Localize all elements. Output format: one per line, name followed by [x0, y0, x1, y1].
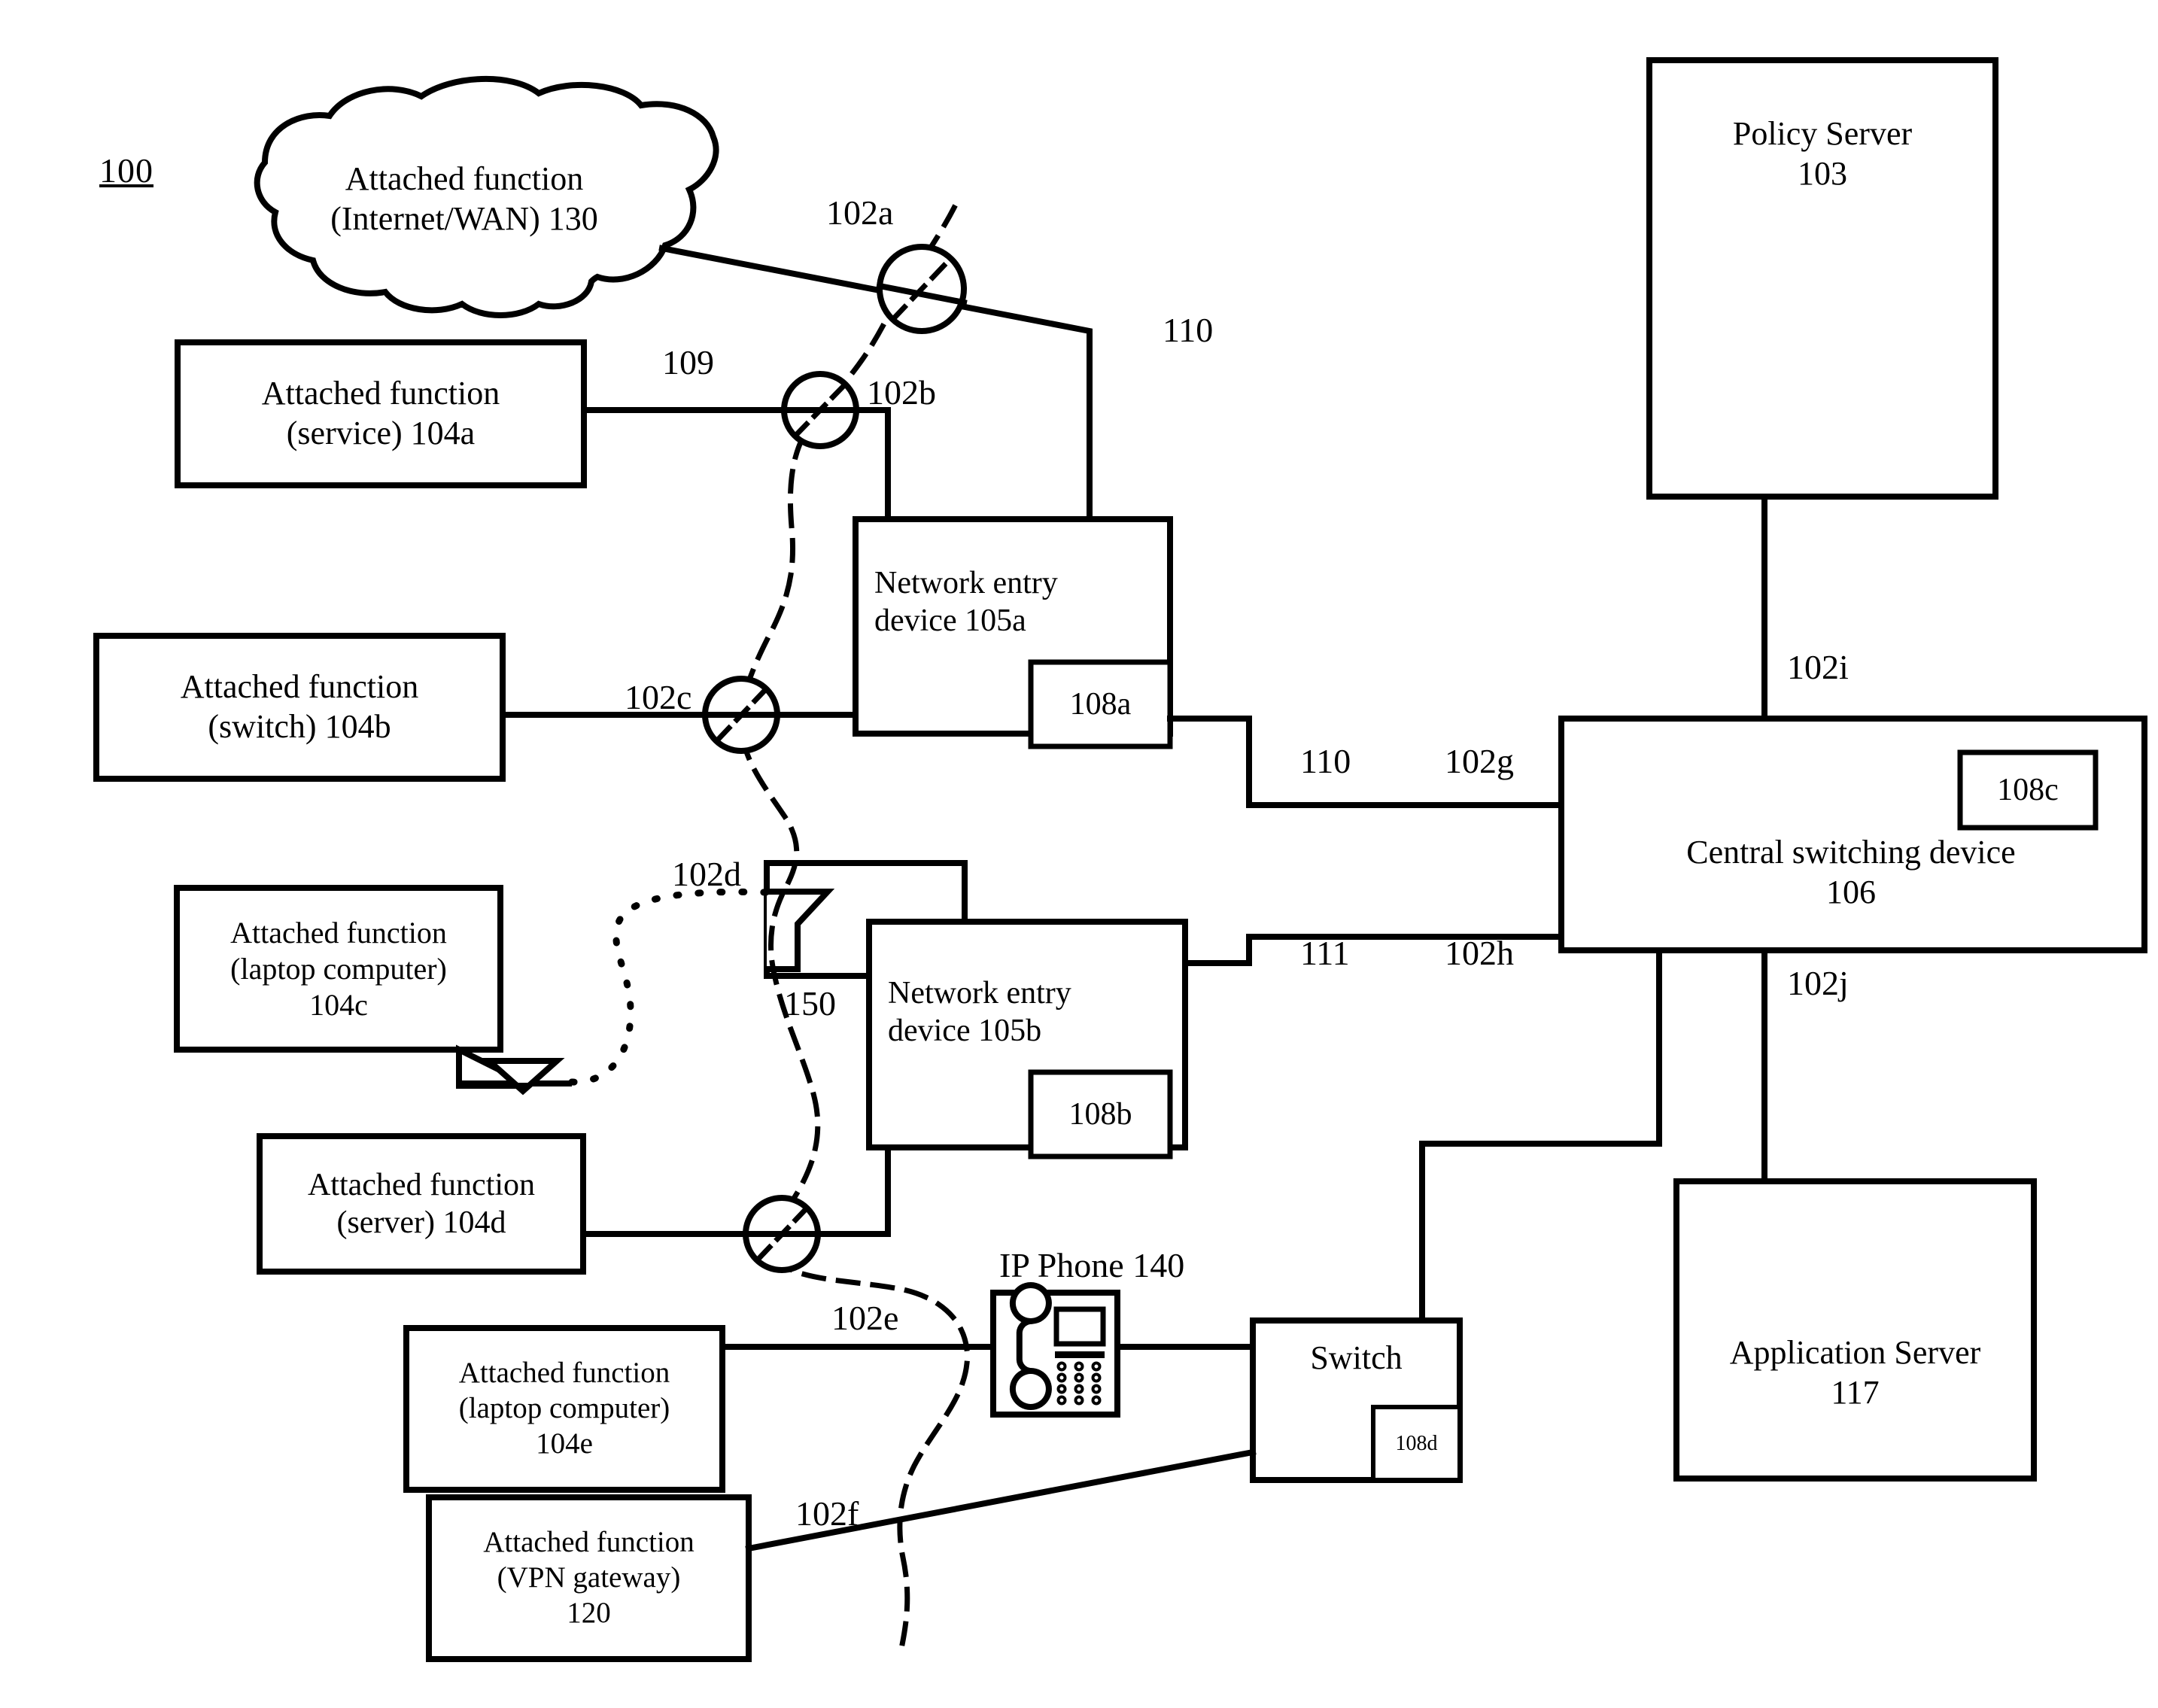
- wireless-link-dotted: [568, 888, 770, 1086]
- module-108b-label: 108b: [1068, 1096, 1132, 1132]
- af-switch-label-line2: (switch) 104b: [208, 708, 391, 745]
- af-laptop-c-label-line3: 104c: [309, 987, 368, 1022]
- switch-label: Switch: [1310, 1339, 1403, 1376]
- af-laptop-e-label-line2: (laptop computer): [458, 1392, 670, 1425]
- link-label-102c: 102c: [625, 678, 692, 716]
- policy-server-label: Policy Server 103: [1649, 109, 1995, 199]
- link-label-102a: 102a: [826, 193, 894, 232]
- module-108a-label: 108a: [1069, 686, 1132, 722]
- af-service-label-line2: (service) 104a: [286, 415, 476, 451]
- link-label-102d: 102d: [672, 855, 741, 893]
- ned-b-label-line1: Network entry: [888, 975, 1071, 1011]
- link-label-109: 109: [662, 343, 714, 381]
- central-switching-device-label: Central switching device 106: [1580, 831, 2122, 914]
- af-laptop-e-label-line3: 104e: [536, 1427, 593, 1460]
- ned-b-label-line2: device 105b: [888, 1014, 1042, 1048]
- ned-a-label-line2: device 105a: [874, 603, 1026, 638]
- link-label-102i: 102i: [1787, 648, 1849, 686]
- patent-figure-canvas: 100 Attached function (Internet/WAN) 130…: [0, 0, 2158, 1708]
- link-label-111: 111: [1300, 934, 1350, 972]
- link-label-102h: 102h: [1445, 934, 1514, 972]
- af-switch-label: Attached function (switch) 104b: [96, 636, 503, 779]
- internet-wan-label-line2: (Internet/WAN) 130: [330, 200, 598, 237]
- policy-server-label-line2: 103: [1798, 155, 1847, 192]
- link-label-102e: 102e: [831, 1299, 899, 1337]
- network-entry-device-b-label: Network entry device 105b: [888, 967, 1174, 1057]
- af-server-d-label-line2: (server) 104d: [336, 1205, 506, 1240]
- policy-server-label-line1: Policy Server: [1732, 115, 1913, 153]
- internet-wan-label: Attached function (Internet/WAN) 130: [265, 147, 664, 252]
- ip-phone-label: IP Phone 140: [999, 1246, 1185, 1284]
- access-point-150-label: 150: [784, 984, 836, 1023]
- link-label-110-mid: 110: [1300, 742, 1351, 780]
- phone-screen-icon: [1053, 1306, 1106, 1347]
- af-server-d-label-line1: Attached function: [307, 1167, 536, 1202]
- internet-wan-label-line1: Attached function: [345, 160, 584, 198]
- figure-number: 100: [99, 151, 153, 190]
- af-vpn-label-line2: (VPN gateway): [497, 1561, 681, 1594]
- af-service-label: Attached function (service) 104a: [178, 342, 584, 485]
- module-108c-label: 108c: [1997, 772, 2059, 807]
- ned-a-label-line1: Network entry: [874, 565, 1058, 600]
- link-label-102g: 102g: [1445, 742, 1514, 780]
- af-server-d-label: Attached function (server) 104d: [260, 1136, 583, 1272]
- link-label-102j: 102j: [1787, 964, 1849, 1002]
- af-switch-label-line1: Attached function: [180, 668, 419, 706]
- application-server-label-line1: Application Server: [1729, 1334, 1981, 1372]
- central-switch-label-line1: Central switching device: [1686, 834, 2016, 871]
- af-laptop-c-label-line1: Attached function: [230, 915, 447, 950]
- link-label-102f: 102f: [795, 1494, 859, 1533]
- central-switch-label-line2: 106: [1826, 874, 1876, 910]
- module-108d-label: 108d: [1395, 1431, 1438, 1455]
- af-laptop-e-label: Attached function (laptop computer) 104e: [406, 1328, 722, 1490]
- af-vpn-label-line3: 120: [567, 1596, 611, 1629]
- link-label-102b: 102b: [867, 373, 936, 412]
- network-entry-device-a-label: Network entry device 105a: [874, 557, 1160, 647]
- af-service-label-line1: Attached function: [261, 375, 500, 412]
- af-vpn-label-line1: Attached function: [483, 1526, 695, 1559]
- application-server-label-line2: 117: [1831, 1374, 1880, 1411]
- link-central-to-switch: [1419, 947, 1662, 1324]
- application-server-label: Application Server 117: [1676, 1328, 2034, 1418]
- af-laptop-c-label: Attached function (laptop computer) 104c: [177, 888, 500, 1050]
- af-laptop-e-label-line1: Attached function: [458, 1357, 670, 1390]
- af-vpn-label: Attached function (VPN gateway) 120: [429, 1497, 749, 1659]
- af-laptop-c-label-line2: (laptop computer): [230, 951, 447, 986]
- link-label-110-top: 110: [1163, 311, 1214, 349]
- phone-bar-icon: [1055, 1351, 1105, 1358]
